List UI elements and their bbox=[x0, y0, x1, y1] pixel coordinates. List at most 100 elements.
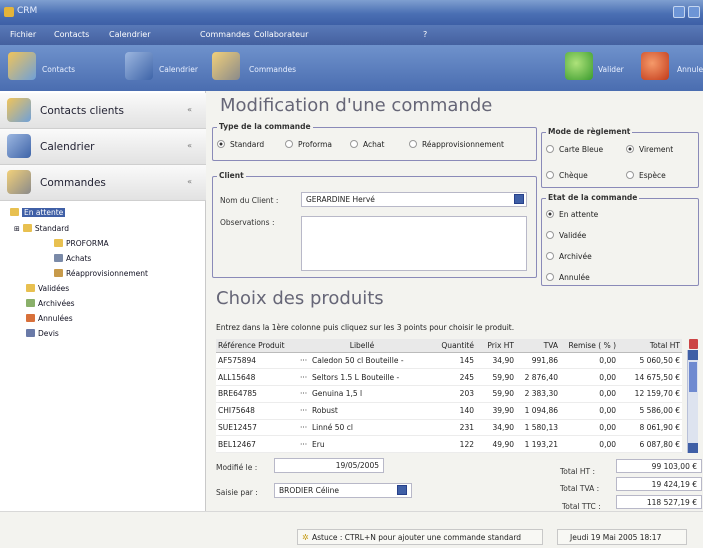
cell-quantite[interactable]: 145 bbox=[426, 352, 476, 370]
menu-commandes[interactable]: Commandes bbox=[200, 30, 250, 39]
table-row[interactable]: BEL12467 ··· Eru 122 49,90 1 193,21 0,00… bbox=[216, 435, 682, 454]
cancel-icon[interactable] bbox=[641, 52, 669, 80]
toolbar-valider-label[interactable]: Valider bbox=[598, 65, 624, 74]
cell-reference[interactable]: AF575894 bbox=[216, 352, 298, 370]
cell-prix-ht[interactable]: 34,90 bbox=[476, 419, 516, 437]
cell-reference[interactable]: ALL15648 bbox=[216, 368, 298, 387]
product-picker-button[interactable]: ··· bbox=[298, 402, 310, 420]
tree-item-validees[interactable]: Validées bbox=[26, 284, 69, 293]
tree-item-reapprovisionnement[interactable]: Réapprovisionnement bbox=[54, 269, 148, 278]
product-picker-button[interactable]: ··· bbox=[298, 368, 310, 387]
chevron-down-icon[interactable] bbox=[397, 485, 407, 495]
cell-prix-ht[interactable]: 39,90 bbox=[476, 402, 516, 420]
cell-quantite[interactable]: 245 bbox=[426, 368, 476, 387]
observations-textarea[interactable] bbox=[301, 216, 527, 271]
cell-prix-ht[interactable]: 59,90 bbox=[476, 385, 516, 403]
toolbar-commandes-label[interactable]: Commandes bbox=[249, 65, 296, 74]
collapse-icon[interactable]: « bbox=[187, 177, 192, 186]
sidebar-section-contacts[interactable]: Contacts clients « bbox=[0, 93, 206, 129]
entered-by-select[interactable]: BRODIER Céline bbox=[274, 483, 412, 498]
collapse-icon[interactable]: « bbox=[187, 141, 192, 150]
cell-reference[interactable]: BEL12467 bbox=[216, 435, 298, 454]
sidebar-section-calendrier[interactable]: Calendrier « bbox=[0, 129, 206, 165]
product-picker-button[interactable]: ··· bbox=[298, 352, 310, 370]
radio-archivee[interactable]: Archivée bbox=[546, 252, 592, 261]
radio-annulee[interactable]: Annulée bbox=[546, 273, 590, 282]
client-name-select[interactable]: GERARDINE Hervé bbox=[301, 192, 527, 207]
minimize-button[interactable] bbox=[673, 6, 685, 18]
column-header[interactable]: Prix HT bbox=[476, 339, 516, 353]
tree-item-proforma[interactable]: PROFORMA bbox=[54, 239, 109, 248]
contacts-icon[interactable] bbox=[8, 52, 36, 80]
cell-quantite[interactable]: 122 bbox=[426, 435, 476, 454]
menu-calendrier[interactable]: Calendrier bbox=[109, 30, 151, 39]
radio-validee[interactable]: Validée bbox=[546, 231, 586, 240]
cell-libelle[interactable]: Eru bbox=[310, 435, 426, 454]
radio-reapprovisionnement[interactable]: Réapprovisionnement bbox=[409, 140, 504, 149]
cell-prix-ht[interactable]: 49,90 bbox=[476, 435, 516, 454]
collapse-icon[interactable]: « bbox=[187, 105, 192, 114]
radio-proforma[interactable]: Proforma bbox=[285, 140, 332, 149]
radio-standard[interactable]: Standard bbox=[217, 140, 264, 149]
tree-item-devis[interactable]: Devis bbox=[26, 329, 59, 338]
column-header[interactable]: Quantité bbox=[426, 339, 476, 353]
cell-libelle[interactable]: Linné 50 cl bbox=[310, 419, 426, 437]
menu-collaborateur[interactable]: Collaborateur bbox=[254, 30, 308, 39]
cell-remise[interactable]: 0,00 bbox=[560, 402, 618, 420]
maximize-button[interactable] bbox=[688, 6, 700, 18]
column-header[interactable]: TVA bbox=[516, 339, 560, 353]
cell-remise[interactable]: 0,00 bbox=[560, 385, 618, 403]
cell-quantite[interactable]: 140 bbox=[426, 402, 476, 420]
menu-fichier[interactable]: Fichier bbox=[10, 30, 36, 39]
table-scrollbar[interactable] bbox=[687, 350, 698, 453]
chevron-down-icon[interactable] bbox=[514, 194, 524, 204]
table-row[interactable]: SUE12457 ··· Linné 50 cl 231 34,90 1 580… bbox=[216, 419, 682, 437]
cell-prix-ht[interactable]: 59,90 bbox=[476, 368, 516, 387]
tree-item-annulees[interactable]: Annulées bbox=[26, 314, 73, 323]
cell-libelle[interactable]: Genuina 1,5 l bbox=[310, 385, 426, 403]
calendar-icon[interactable] bbox=[125, 52, 153, 80]
cell-quantite[interactable]: 203 bbox=[426, 385, 476, 403]
delete-row-icon[interactable] bbox=[689, 339, 698, 349]
radio-carte-bleue[interactable]: Carte Bleue bbox=[546, 145, 603, 154]
product-picker-button[interactable]: ··· bbox=[298, 435, 310, 454]
table-row[interactable]: BRE64785 ··· Genuina 1,5 l 203 59,90 2 3… bbox=[216, 385, 682, 403]
scroll-thumb[interactable] bbox=[689, 362, 697, 392]
radio-achat[interactable]: Achat bbox=[350, 140, 384, 149]
tree-item-standard[interactable]: ⊞ Standard bbox=[14, 224, 69, 233]
table-row[interactable]: AF575894 ··· Caledon 50 cl Bouteille - 1… bbox=[216, 352, 682, 370]
column-header[interactable]: Remise ( % ) bbox=[560, 339, 618, 353]
cell-remise[interactable]: 0,00 bbox=[560, 368, 618, 387]
column-header[interactable]: Total HT bbox=[618, 339, 682, 353]
cell-remise[interactable]: 0,00 bbox=[560, 419, 618, 437]
column-header[interactable]: Référence Produit bbox=[216, 339, 298, 353]
column-header[interactable]: Libellé bbox=[298, 339, 426, 353]
check-icon[interactable] bbox=[565, 52, 593, 80]
product-picker-button[interactable]: ··· bbox=[298, 419, 310, 437]
expand-icon[interactable]: ⊞ bbox=[14, 225, 20, 233]
radio-en-attente[interactable]: En attente bbox=[546, 210, 598, 219]
cell-reference[interactable]: CHI75648 bbox=[216, 402, 298, 420]
toolbar-annuler-label[interactable]: Annuler bbox=[677, 65, 703, 74]
scroll-up-icon[interactable] bbox=[688, 350, 698, 360]
sidebar-section-commandes[interactable]: Commandes « bbox=[0, 165, 206, 201]
cell-remise[interactable]: 0,00 bbox=[560, 352, 618, 370]
toolbar-contacts-label[interactable]: Contacts bbox=[42, 65, 75, 74]
cell-quantite[interactable]: 231 bbox=[426, 419, 476, 437]
cell-remise[interactable]: 0,00 bbox=[560, 435, 618, 454]
radio-espece[interactable]: Espèce bbox=[626, 171, 666, 180]
orders-icon[interactable] bbox=[212, 52, 240, 80]
cell-reference[interactable]: SUE12457 bbox=[216, 419, 298, 437]
table-row[interactable]: CHI75648 ··· Robust 140 39,90 1 094,86 0… bbox=[216, 402, 682, 420]
cell-reference[interactable]: BRE64785 bbox=[216, 385, 298, 403]
cell-prix-ht[interactable]: 34,90 bbox=[476, 352, 516, 370]
menu-help[interactable]: ? bbox=[423, 30, 427, 39]
radio-virement[interactable]: Virement bbox=[626, 145, 673, 154]
cell-libelle[interactable]: Robust bbox=[310, 402, 426, 420]
table-row[interactable]: ALL15648 ··· Seltors 1.5 L Bouteille - 2… bbox=[216, 368, 682, 387]
cell-libelle[interactable]: Caledon 50 cl Bouteille - bbox=[310, 352, 426, 370]
tree-item-en-attente[interactable]: En attente bbox=[10, 208, 66, 217]
radio-cheque[interactable]: Chèque bbox=[546, 171, 588, 180]
cell-libelle[interactable]: Seltors 1.5 L Bouteille - bbox=[310, 368, 426, 387]
tree-item-achats[interactable]: Achats bbox=[54, 254, 91, 263]
